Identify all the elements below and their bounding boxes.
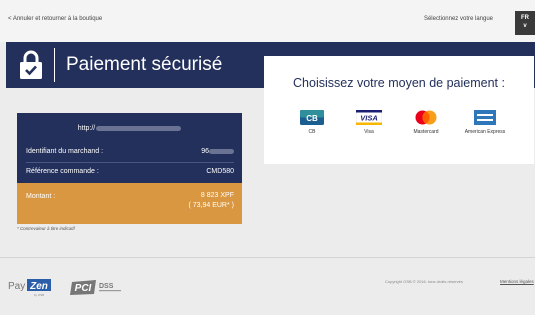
- chevron-down-icon: v: [523, 23, 527, 29]
- row-separator: [26, 162, 234, 163]
- payment-method-label: CB: [308, 129, 316, 135]
- language-code: FR: [521, 15, 529, 21]
- amount-section: Montant : 8 823 XPF ( 73,94 EUR* ): [17, 183, 242, 224]
- copyright-text: Copyright OSB © 2016. tous droits réserv…: [385, 279, 463, 284]
- merchant-url: http://: [17, 125, 242, 132]
- payment-method-label: Mastercard: [413, 129, 439, 135]
- pci-dss-logo: PCI DSS: [70, 280, 121, 295]
- payzen-badge: Zen: [29, 281, 48, 292]
- merchant-info: http:// Identifiant du marchand : 96 Réf…: [17, 113, 242, 183]
- payment-method-visa[interactable]: VISA Visa: [344, 110, 394, 135]
- dss-text: DSS: [99, 283, 114, 290]
- cb-logo-text: CB: [306, 114, 318, 123]
- order-summary-panel: http:// Identifiant du marchand : 96 Réf…: [17, 113, 242, 224]
- order-ref-value: CMD580: [206, 168, 234, 175]
- merchant-id-prefix: 96: [201, 148, 209, 155]
- merchant-id-value: 96: [201, 148, 234, 155]
- cb-logo: CB: [300, 110, 324, 125]
- merchant-id-label: Identifiant du marchand :: [26, 148, 104, 155]
- amex-logo: [474, 110, 496, 125]
- payzen-logo: Pay Zen by OSB: [8, 279, 51, 297]
- title-divider: [54, 48, 55, 82]
- payzen-text: Pay: [8, 281, 25, 292]
- footer-divider: [0, 257, 535, 258]
- padlock-check-icon: [20, 50, 42, 79]
- pci-text: PCI: [75, 283, 92, 294]
- redacted-id: [209, 148, 234, 154]
- language-label: Sélectionnez votre langue: [423, 16, 493, 22]
- payment-method-cb[interactable]: CB CB: [287, 110, 337, 135]
- amount-xpf: 8 823 XPF: [200, 192, 234, 199]
- payment-method-card: Choisissez votre moyen de paiement : CB …: [264, 56, 534, 164]
- order-ref-label: Référence commande :: [26, 168, 99, 175]
- conversion-note: * Contrevaleur à titre indicatif: [17, 226, 75, 231]
- amount-eur: ( 73,94 EUR* ): [188, 202, 234, 209]
- payzen-sub: by OSB: [34, 293, 44, 297]
- amount-value: 8 823 XPF ( 73,94 EUR* ): [188, 191, 234, 211]
- payment-method-label: American Express: [464, 129, 506, 135]
- page-title: Paiement sécurisé: [66, 54, 223, 75]
- payment-method-title: Choisissez votre moyen de paiement :: [293, 76, 505, 90]
- payment-method-mastercard[interactable]: Mastercard: [401, 110, 451, 135]
- visa-logo: VISA: [356, 110, 382, 125]
- mastercard-logo: [415, 110, 437, 125]
- language-selector[interactable]: FR v: [515, 11, 535, 35]
- amount-label: Montant :: [26, 193, 56, 200]
- legal-notice-link[interactable]: Mentions légales: [500, 279, 534, 284]
- payment-method-amex[interactable]: American Express: [460, 110, 510, 135]
- visa-logo-text: VISA: [360, 114, 378, 123]
- payment-method-label: Visa: [364, 129, 374, 135]
- redacted-url: [96, 125, 182, 131]
- top-bar: < Annuler et retourner à la boutique Sél…: [0, 0, 535, 42]
- merchant-url-prefix: http://: [77, 125, 96, 132]
- cancel-return-link[interactable]: < Annuler et retourner à la boutique: [8, 16, 102, 22]
